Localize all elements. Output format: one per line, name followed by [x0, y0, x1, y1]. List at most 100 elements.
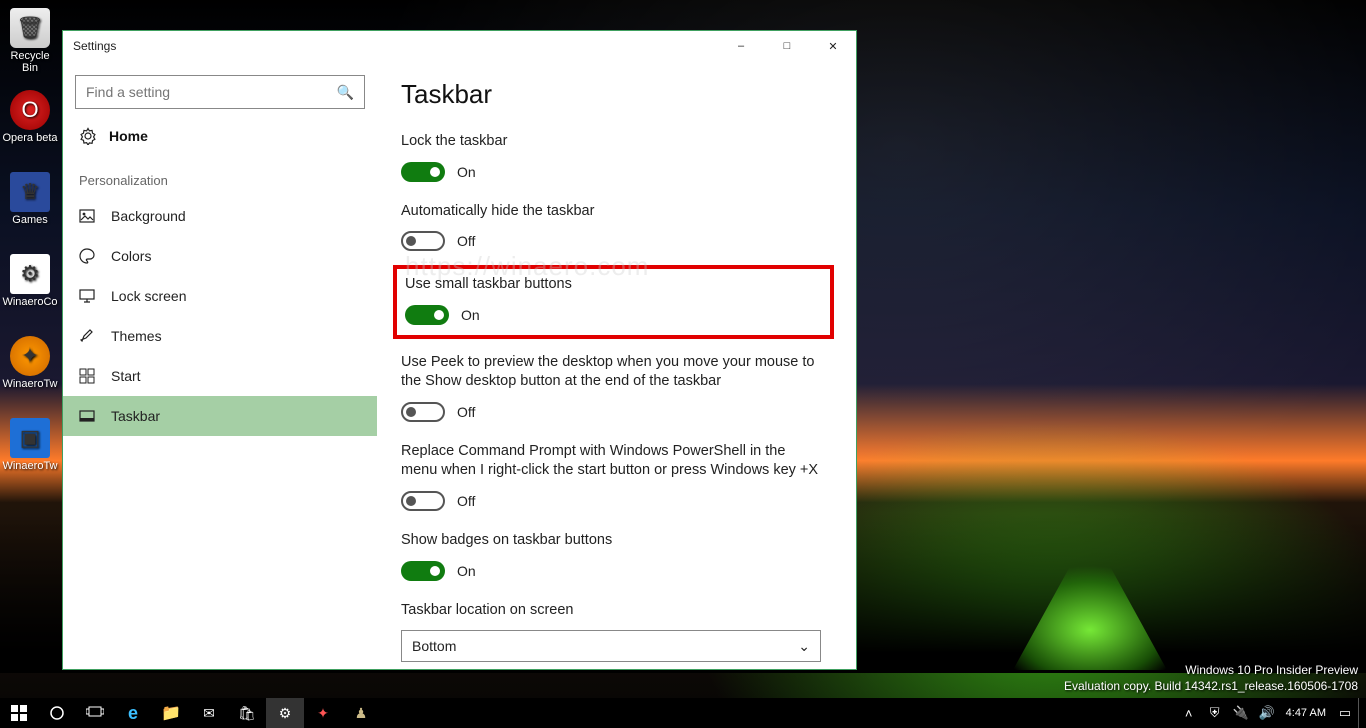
- nav-label: Lock screen: [111, 288, 186, 304]
- chevron-up-icon: ˄: [1185, 706, 1193, 721]
- titlebar[interactable]: Settings – □ ✕: [63, 31, 856, 61]
- show-desktop-button[interactable]: [1358, 698, 1364, 728]
- desktop-icon-games[interactable]: ♛Games: [2, 172, 58, 250]
- toggle-autohide[interactable]: [401, 231, 445, 251]
- maximize-button[interactable]: □: [764, 31, 810, 61]
- setting-badges: Show badges on taskbar buttons On: [401, 531, 826, 581]
- desktop-icon-winaeroco[interactable]: ⚙WinaeroCo: [2, 254, 58, 332]
- gear-icon: ⚙: [279, 705, 292, 722]
- taskbar-mail[interactable]: ✉: [190, 698, 228, 728]
- nav-themes[interactable]: Themes: [63, 316, 377, 356]
- tray-power[interactable]: 🔌: [1228, 698, 1254, 728]
- opera-icon: O: [10, 90, 50, 130]
- taskbar-app1[interactable]: ✦: [304, 698, 342, 728]
- setting-label: Taskbar location on screen: [401, 601, 821, 621]
- mail-icon: ✉: [203, 705, 215, 722]
- brush-icon: [79, 328, 95, 344]
- plug-icon: 🔌: [1233, 705, 1249, 721]
- taskbar-explorer[interactable]: 📁: [152, 698, 190, 728]
- toggle-small-buttons[interactable]: [405, 305, 449, 325]
- tray-volume[interactable]: 🔊: [1254, 698, 1280, 728]
- setting-label: Replace Command Prompt with Windows Powe…: [401, 442, 821, 481]
- sidebar-section-label: Personalization: [63, 155, 377, 196]
- nav-colors[interactable]: Colors: [63, 236, 377, 276]
- nav-lock-screen[interactable]: Lock screen: [63, 276, 377, 316]
- minimize-button[interactable]: –: [718, 31, 764, 61]
- circle-icon: [49, 705, 65, 721]
- settings-body: 🔍 Home Personalization Background Colors…: [63, 61, 856, 669]
- nav-taskbar[interactable]: Taskbar: [63, 396, 377, 436]
- nav-label: Colors: [111, 248, 151, 264]
- home-button[interactable]: Home: [63, 117, 377, 155]
- setting-location: Taskbar location on screen Bottom ⌄: [401, 601, 826, 663]
- desktop-icon-label: Opera beta: [2, 132, 58, 144]
- action-center[interactable]: ▭: [1332, 698, 1358, 728]
- taskbar-right: ˄ ⛨ 🔌 🔊 4:47 AM ▭: [1176, 698, 1366, 728]
- taskbar-icon: [79, 408, 95, 424]
- page-heading: Taskbar: [401, 79, 826, 110]
- search-input[interactable]: [86, 76, 337, 108]
- taskbar-app2[interactable]: ♟: [342, 698, 380, 728]
- start-icon: [79, 368, 95, 384]
- taskbar-clock[interactable]: 4:47 AM: [1280, 707, 1332, 719]
- toggle-badges[interactable]: [401, 561, 445, 581]
- shield-icon: ⛨: [1210, 705, 1220, 721]
- toggle-peek[interactable]: [401, 402, 445, 422]
- setting-label: Lock the taskbar: [401, 132, 821, 152]
- search-icon: 🔍: [337, 84, 354, 101]
- desktop-icon-winaerotw2[interactable]: ▣WinaeroTw: [2, 418, 58, 496]
- desktop-icon-opera[interactable]: O Opera beta: [2, 90, 58, 168]
- desktop-icon-label: Recycle Bin: [2, 50, 58, 74]
- settings-sidebar: 🔍 Home Personalization Background Colors…: [63, 61, 377, 669]
- store-icon: 🛍: [238, 705, 256, 722]
- desktop-icons-column: 🗑Recycle Bin O Opera beta ♛Games ⚙Winaero…: [2, 4, 58, 496]
- nav-start[interactable]: Start: [63, 356, 377, 396]
- app-icon: ▣: [10, 418, 50, 458]
- picture-icon: [79, 208, 95, 224]
- taskbar: e 📁 ✉ 🛍 ⚙ ✦ ♟ ˄ ⛨ 🔌 🔊 4:47 AM ▭: [0, 698, 1366, 728]
- palette-icon: [79, 248, 95, 264]
- start-button[interactable]: [0, 698, 38, 728]
- edge-icon: e: [128, 703, 138, 724]
- app-icon: ✦: [317, 705, 329, 722]
- settings-content[interactable]: https://winaero.com Taskbar Lock the tas…: [377, 61, 856, 669]
- recycle-bin-icon: 🗑: [10, 8, 50, 48]
- tray-defender[interactable]: ⛨: [1202, 698, 1228, 728]
- toggle-state: Off: [457, 404, 475, 420]
- close-button[interactable]: ✕: [810, 31, 856, 61]
- tray-overflow[interactable]: ˄: [1176, 698, 1202, 728]
- desktop-icon-label: Games: [2, 214, 58, 226]
- swirl-icon: ✦: [10, 336, 50, 376]
- setting-label: Show badges on taskbar buttons: [401, 531, 821, 551]
- toggle-knob: [430, 167, 440, 177]
- toggle-state: On: [461, 307, 480, 323]
- toggle-lock-taskbar[interactable]: [401, 162, 445, 182]
- highlighted-setting: Use small taskbar buttons On: [393, 265, 834, 339]
- taskbar-store[interactable]: 🛍: [228, 698, 266, 728]
- nav-background[interactable]: Background: [63, 196, 377, 236]
- toggle-state: Off: [457, 233, 475, 249]
- toggle-powershell[interactable]: [401, 491, 445, 511]
- toggle-state: On: [457, 563, 476, 579]
- home-label: Home: [109, 128, 148, 144]
- toggle-knob: [430, 566, 440, 576]
- taskview-button[interactable]: [76, 698, 114, 728]
- toggle-state: Off: [457, 493, 475, 509]
- setting-label: Automatically hide the taskbar: [401, 202, 821, 222]
- watermark-line2: Evaluation copy. Build 14342.rs1_release…: [1064, 678, 1358, 694]
- settings-search[interactable]: 🔍: [75, 75, 365, 109]
- taskbar-left: e 📁 ✉ 🛍 ⚙ ✦ ♟: [0, 698, 380, 728]
- taskbar-edge[interactable]: e: [114, 698, 152, 728]
- monitor-icon: [79, 288, 95, 304]
- dropdown-taskbar-location[interactable]: Bottom ⌄: [401, 630, 821, 662]
- desktop-icon-recycle-bin[interactable]: 🗑Recycle Bin: [2, 8, 58, 86]
- desktop-icon-label: WinaeroCo: [2, 296, 58, 308]
- nav-label: Themes: [111, 328, 162, 344]
- speaker-icon: 🔊: [1259, 705, 1275, 721]
- desktop-icon-winaerotw[interactable]: ✦WinaeroTw: [2, 336, 58, 414]
- windows-watermark: Windows 10 Pro Insider Preview Evaluatio…: [1064, 662, 1358, 694]
- taskbar-settings[interactable]: ⚙: [266, 698, 304, 728]
- cortana-button[interactable]: [38, 698, 76, 728]
- setting-label: Use Peek to preview the desktop when you…: [401, 353, 821, 392]
- toggle-knob: [434, 310, 444, 320]
